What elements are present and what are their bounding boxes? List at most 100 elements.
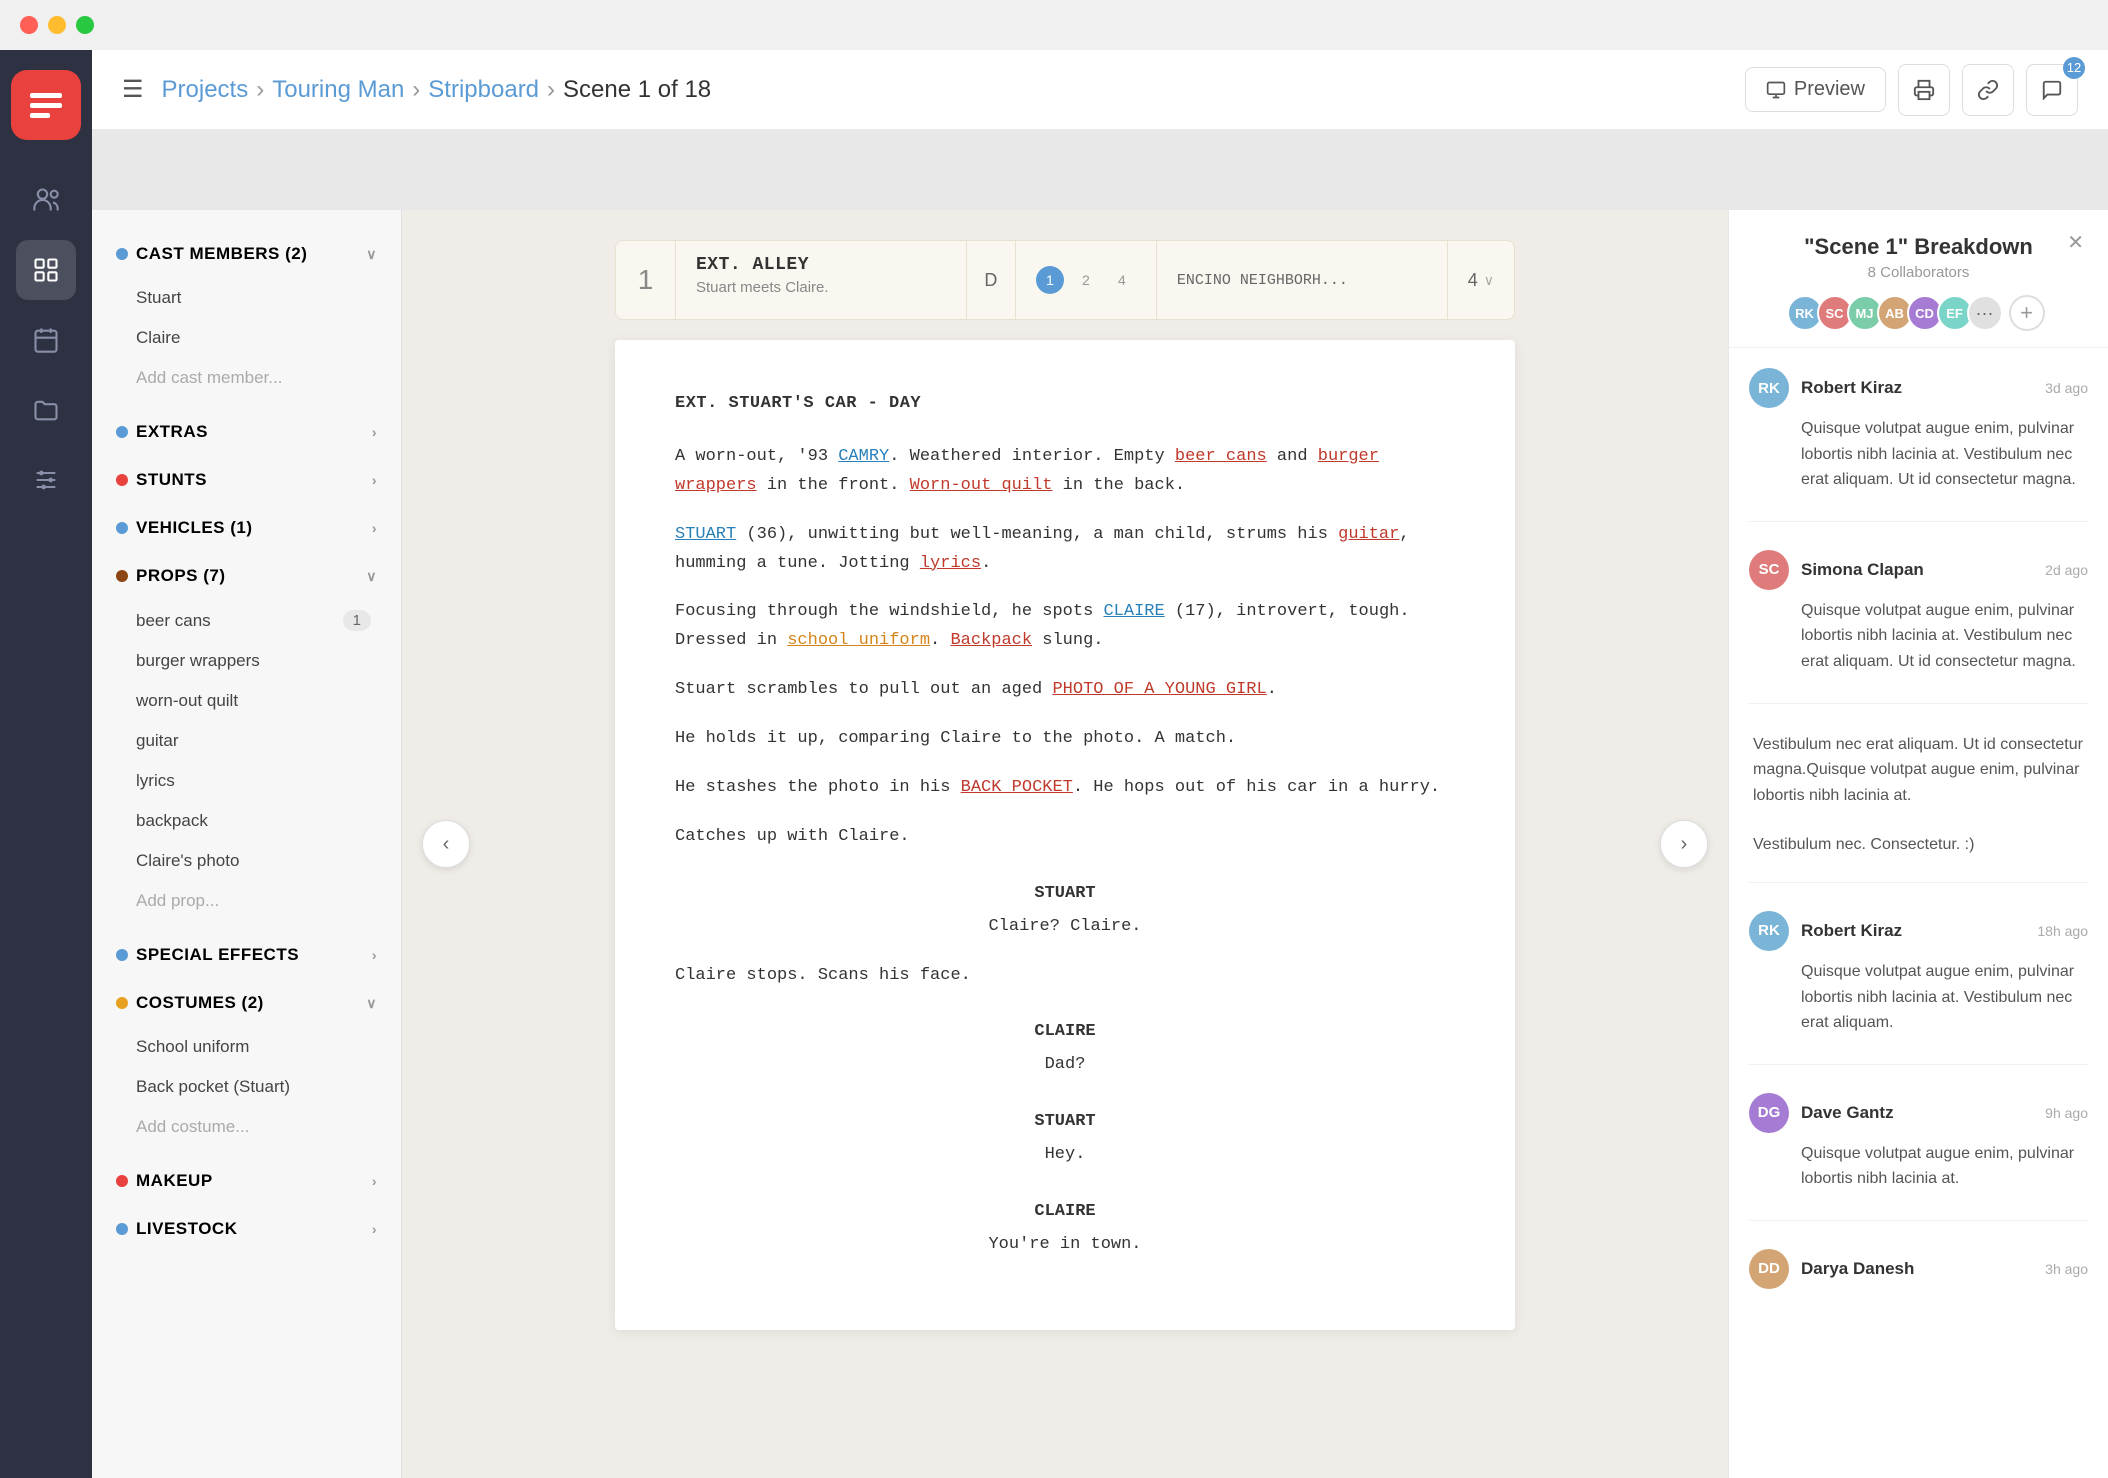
prop-ref-back-pocket: BACK POCKET xyxy=(961,778,1073,797)
category-makeup-header[interactable]: MAKEUP › xyxy=(92,1157,401,1205)
prop-item-backpack[interactable]: backpack xyxy=(92,801,401,841)
nav-people[interactable] xyxy=(16,170,76,230)
prop-item-worn-quilt[interactable]: worn-out quilt xyxy=(92,681,401,721)
props-dot xyxy=(116,570,128,582)
prop-item-beer-cans[interactable]: beer cans 1 xyxy=(92,600,401,641)
comment-5-avatar: DD xyxy=(1749,1249,1789,1289)
breadcrumb-stripboard[interactable]: Stripboard xyxy=(428,76,539,104)
cast-item-claire[interactable]: Claire xyxy=(92,318,401,358)
category-stunts: STUNTS › xyxy=(92,456,401,504)
comments-header: "Scene 1" Breakdown 8 Collaborators RK S… xyxy=(1729,210,2108,348)
page-1[interactable]: 1 xyxy=(1036,266,1064,294)
app-logo-icon xyxy=(26,85,66,125)
breadcrumb-projects[interactable]: Projects xyxy=(162,76,249,104)
props-items: beer cans 1 burger wrappers worn-out qui… xyxy=(92,600,401,931)
nav-list[interactable] xyxy=(16,240,76,300)
extras-label: EXTRAS xyxy=(136,422,208,442)
divider-1 xyxy=(1749,521,2088,522)
scene-title: EXT. ALLEY xyxy=(696,255,946,275)
menu-button[interactable]: ☰ xyxy=(122,75,144,104)
comments-panel: "Scene 1" Breakdown 8 Collaborators RK S… xyxy=(1728,210,2108,1478)
collab-add[interactable]: + xyxy=(2009,295,2045,331)
prop-ref-lyrics: lyrics xyxy=(920,554,981,573)
cast-item-stuart[interactable]: Stuart xyxy=(92,278,401,318)
category-vehicles-header[interactable]: VEHICLES (1) › xyxy=(92,504,401,552)
prop-item-lyrics[interactable]: lyrics xyxy=(92,761,401,801)
preview-button[interactable]: Preview xyxy=(1745,67,1886,112)
nav-folder[interactable] xyxy=(16,380,76,440)
prop-item-claires-photo[interactable]: Claire's photo xyxy=(92,841,401,881)
script-heading: EXT. STUART'S CAR - DAY xyxy=(675,390,1455,419)
comment-2-avatar: SC xyxy=(1749,550,1789,590)
page-4[interactable]: 4 xyxy=(1108,266,1136,294)
comment-4-author-info: Dave Gantz xyxy=(1801,1103,2033,1123)
divider-4 xyxy=(1749,1064,2088,1065)
comment-5-author-row: DD Darya Danesh 3h ago xyxy=(1749,1249,2088,1289)
costume-item-back-pocket[interactable]: Back pocket (Stuart) xyxy=(92,1067,401,1107)
costume-item-school-uniform[interactable]: School uniform xyxy=(92,1027,401,1067)
nav-settings[interactable] xyxy=(16,450,76,510)
prop-item-burger-wrappers[interactable]: burger wrappers xyxy=(92,641,401,681)
costumes-label: COSTUMES (2) xyxy=(136,993,264,1013)
comment-3-time: 18h ago xyxy=(2037,923,2088,939)
comment-1-text: Quisque volutpat augue enim, pulvinar lo… xyxy=(1749,416,2088,493)
scene-duration: 4 ∨ xyxy=(1447,241,1514,319)
script-para-2: STUART (36), unwitting but well-meaning,… xyxy=(675,521,1455,579)
category-fx-header[interactable]: SPECIAL EFFECTS › xyxy=(92,931,401,979)
comment-1-author-info: Robert Kiraz xyxy=(1801,378,2033,398)
comment-5-author-info: Darya Danesh xyxy=(1801,1259,2033,1279)
prop-ref-guitar: guitar xyxy=(1338,525,1399,544)
scene-duration-chevron[interactable]: ∨ xyxy=(1484,272,1494,289)
standalone-text-1: Vestibulum nec erat aliquam. Ut id conse… xyxy=(1749,732,2088,809)
close-dot[interactable] xyxy=(20,16,38,34)
add-cast-member[interactable]: Add cast member... xyxy=(92,358,401,398)
fx-label: SPECIAL EFFECTS xyxy=(136,945,299,965)
add-costume[interactable]: Add costume... xyxy=(92,1107,401,1147)
character-stuart-1: STUART xyxy=(675,880,1455,909)
prop-claires-photo-label: Claire's photo xyxy=(136,851,239,871)
livestock-label: LIVESTOCK xyxy=(136,1219,237,1239)
category-stunts-header[interactable]: STUNTS › xyxy=(92,456,401,504)
script-para-4: Stuart scrambles to pull out an aged PHO… xyxy=(675,676,1455,705)
comment-5-time: 3h ago xyxy=(2045,1261,2088,1277)
icon-sidebar xyxy=(0,50,92,1478)
breadcrumb-touring-man[interactable]: Touring Man xyxy=(272,76,404,104)
extras-dot xyxy=(116,426,128,438)
scene-subtitle: Stuart meets Claire. xyxy=(696,279,946,296)
comment-1-avatar: RK xyxy=(1749,368,1789,408)
category-extras: EXTRAS › xyxy=(92,408,401,456)
close-panel-button[interactable]: ✕ xyxy=(2067,230,2084,255)
script-para-3: Focusing through the windshield, he spot… xyxy=(675,598,1455,656)
category-livestock-header[interactable]: LIVESTOCK › xyxy=(92,1205,401,1253)
print-icon xyxy=(1913,79,1935,101)
breadcrumb: ☰ Projects › Touring Man › Stripboard › … xyxy=(122,75,711,104)
print-button[interactable] xyxy=(1898,64,1950,116)
minimize-dot[interactable] xyxy=(48,16,66,34)
category-cast-header[interactable]: CAST MEMBERS (2) ∨ xyxy=(92,230,401,278)
link-button[interactable] xyxy=(1962,64,2014,116)
scene-nav-prev[interactable]: ‹ xyxy=(422,820,470,868)
maximize-dot[interactable] xyxy=(76,16,94,34)
prop-burger-wrappers-label: burger wrappers xyxy=(136,651,260,671)
link-icon xyxy=(1977,79,1999,101)
extras-chevron: › xyxy=(372,424,377,440)
category-extras-header[interactable]: EXTRAS › xyxy=(92,408,401,456)
breakdown-panel: CAST MEMBERS (2) ∨ Stuart Claire Add cas… xyxy=(92,210,402,1478)
props-label: PROPS (7) xyxy=(136,566,226,586)
comment-1-author-name: Robert Kiraz xyxy=(1801,378,2033,398)
prop-worn-quilt-label: worn-out quilt xyxy=(136,691,238,711)
props-chevron: ∨ xyxy=(366,568,377,585)
category-costumes-left: COSTUMES (2) xyxy=(116,993,264,1013)
comment-2-author-info: Simona Clapan xyxy=(1801,560,2033,580)
add-prop[interactable]: Add prop... xyxy=(92,881,401,921)
divider-3 xyxy=(1749,882,2088,883)
comment-3-author-info: Robert Kiraz xyxy=(1801,921,2025,941)
nav-calendar[interactable] xyxy=(16,310,76,370)
page-2[interactable]: 2 xyxy=(1072,266,1100,294)
makeup-chevron: › xyxy=(372,1173,377,1189)
category-costumes-header[interactable]: COSTUMES (2) ∨ xyxy=(92,979,401,1027)
scene-nav-next[interactable]: › xyxy=(1660,820,1708,868)
prop-item-guitar[interactable]: guitar xyxy=(92,721,401,761)
category-props-header[interactable]: PROPS (7) ∨ xyxy=(92,552,401,600)
chat-button[interactable]: 12 xyxy=(2026,64,2078,116)
